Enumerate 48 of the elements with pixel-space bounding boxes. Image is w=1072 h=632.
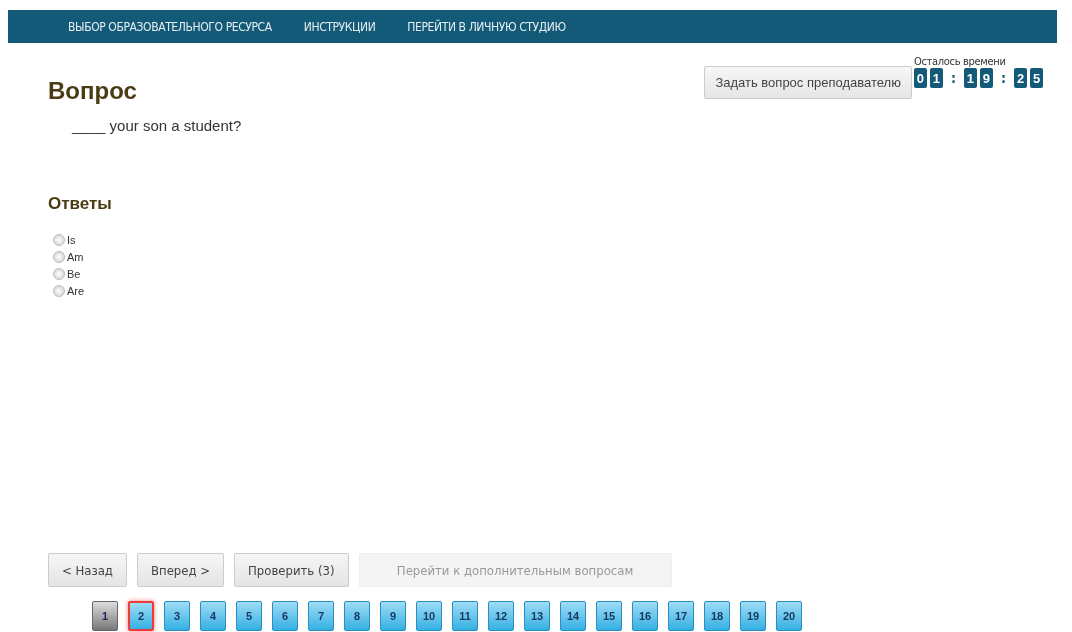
radio-button[interactable] (53, 234, 65, 246)
question-number-button[interactable]: 17 (668, 601, 694, 631)
nav-link[interactable]: ПЕРЕЙТИ В ЛИЧНУЮ СТУДИЮ (407, 19, 566, 34)
nav-link[interactable]: ВЫБОР ОБРАЗОВАТЕЛЬНОГО РЕСУРСА (68, 19, 272, 34)
question-number-button[interactable]: 13 (524, 601, 550, 631)
timer-digit: 9 (979, 68, 993, 88)
answer-label[interactable]: Am (67, 251, 84, 263)
nav-link[interactable]: ИНСТРУКЦИИ (303, 19, 376, 34)
timer-digit: 0 (913, 68, 927, 88)
answer-label[interactable]: Are (67, 285, 85, 297)
question-number-button[interactable]: 19 (740, 601, 766, 631)
nav-button[interactable]: < Назад (48, 553, 127, 587)
page-title: Вопрос (48, 77, 138, 105)
timer-separator: : (1000, 70, 1006, 86)
question-number-button[interactable]: 9 (380, 601, 406, 631)
nav-button[interactable]: Проверить (3) (234, 553, 349, 587)
answers-heading: Ответы (48, 194, 113, 214)
radio-button[interactable] (53, 285, 65, 297)
radio-button[interactable] (53, 251, 65, 263)
question-number-button[interactable]: 20 (776, 601, 802, 631)
timer-label: Осталось времени (913, 55, 1007, 68)
timer-separator: : (950, 70, 956, 86)
question-text: ____ your son a student? (70, 117, 243, 134)
question-number-button[interactable]: 12 (488, 601, 514, 631)
question-number-button[interactable]: 15 (596, 601, 622, 631)
question-number-button[interactable]: 3 (164, 601, 190, 631)
question-number-button[interactable]: 18 (704, 601, 730, 631)
question-number-button[interactable]: 16 (632, 601, 658, 631)
question-number-button[interactable]: 4 (200, 601, 226, 631)
timer-digit: 1 (963, 68, 977, 88)
ask-teacher-button[interactable]: Задать вопрос преподавателю (704, 66, 912, 99)
timer-digit: 2 (1014, 68, 1027, 88)
question-number-button[interactable]: 1 (92, 601, 118, 631)
timer-digit: 5 (1030, 68, 1043, 88)
question-number-button[interactable]: 10 (416, 601, 442, 631)
answer-label[interactable]: Is (67, 234, 76, 246)
question-number-button[interactable]: 2 (128, 601, 154, 631)
question-number-button[interactable]: 5 (236, 601, 262, 631)
question-number-button[interactable]: 7 (308, 601, 334, 631)
question-number-button[interactable]: 8 (344, 601, 370, 631)
question-number-button[interactable]: 14 (560, 601, 586, 631)
radio-button[interactable] (53, 268, 65, 280)
nav-button: Перейти к дополнительным вопросам (358, 553, 672, 587)
nav-button[interactable]: Вперед > (136, 553, 225, 587)
question-number-button[interactable]: 11 (452, 601, 478, 631)
timer-digit: 1 (929, 68, 943, 88)
answer-label[interactable]: Be (67, 268, 81, 280)
question-number-button[interactable]: 6 (272, 601, 298, 631)
